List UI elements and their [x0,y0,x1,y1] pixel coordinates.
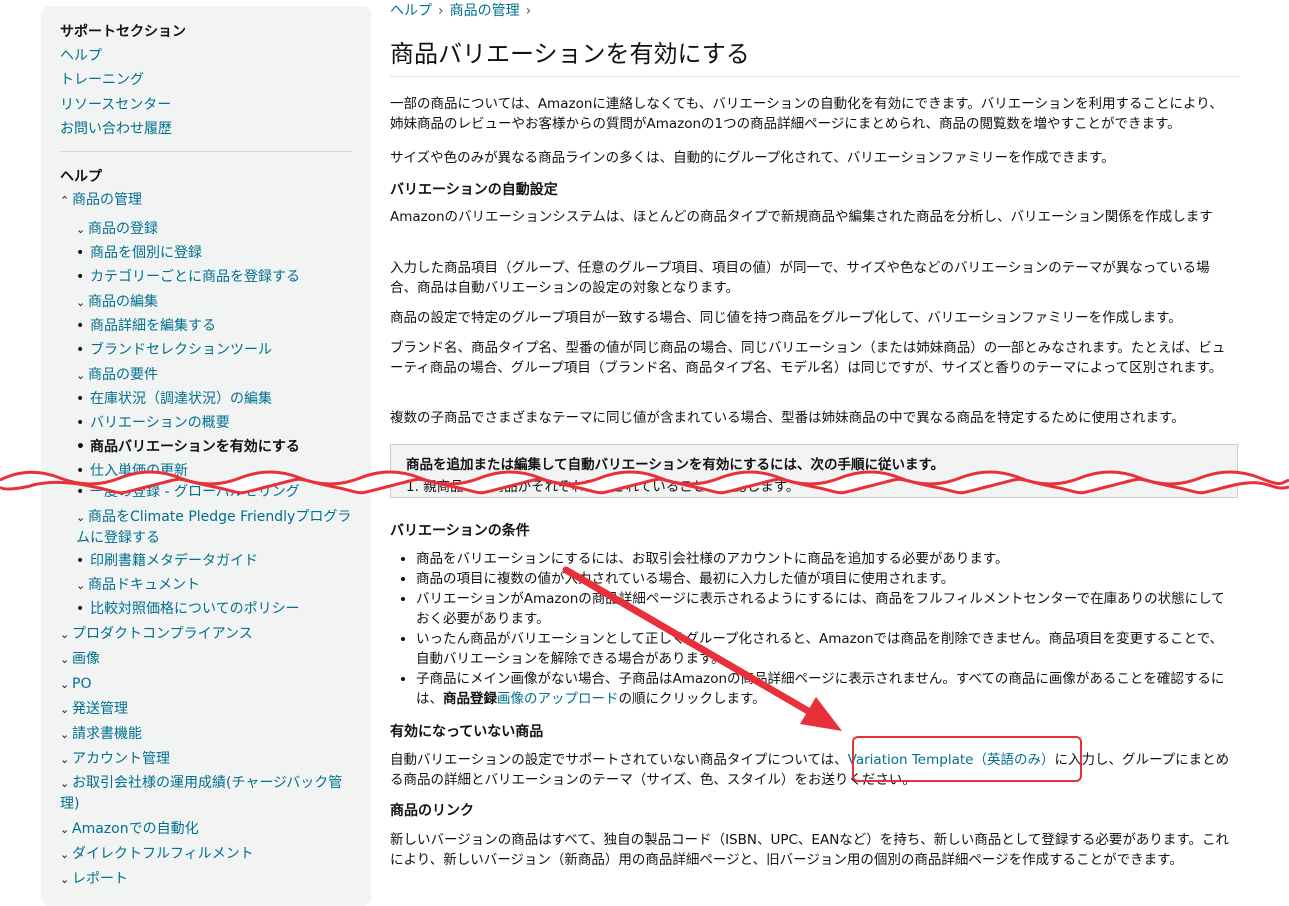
chevron-down-icon: ⌄ [76,223,86,236]
bullet-icon: • [76,318,85,334]
nav-item-po[interactable]: ⌄ PO [60,674,91,695]
support-link-contact-history[interactable]: お問い合わせ履歴 [60,118,172,138]
heading-auto-setup: バリエーションの自動設定 [390,182,558,198]
nav-item-edit-details[interactable]: • 商品詳細を編集する [76,316,216,336]
bullet-icon: • [76,342,85,358]
heading-conditions: バリエーションの条件 [390,523,530,539]
auto-paragraph-5: 複数の子商品でさまざまなテーマに同じ値が含まれている場合、型番は姉妹商品の中で異… [390,410,1185,426]
intro-paragraph-2: サイズや色のみが異なる商品ラインの多くは、自動的にグループ化されて、バリエーショ… [390,150,1115,166]
torn-edge-overlay [0,470,1289,495]
nav-item-product-management[interactable]: ⌃ 商品の管理 [60,190,142,211]
nav-item-shipping[interactable]: ⌄ 発送管理 [60,699,128,720]
nav-item-account[interactable]: ⌄ アカウント管理 [60,749,170,770]
nav-item-register-by-category[interactable]: • カテゴリーごとに商品を登録する [76,267,300,287]
image-upload-link[interactable]: 画像のアップロード [497,691,619,707]
heading-inactive-products: 有効になっていない商品 [390,724,544,740]
bullet-icon: • [76,245,85,261]
chevron-down-icon: ⌄ [60,628,70,641]
support-link-training[interactable]: トレーニング [60,69,144,89]
sidebar-divider [60,151,352,152]
nav-item-climate-pledge[interactable]: ⌄ 商品をClimate Pledge Friendlyプログラムに登録する [76,507,356,548]
heading-product-links: 商品のリンク [390,803,474,819]
chevron-right-icon: › [438,3,444,19]
auto-paragraph-3: 商品の設定で特定のグループ項目が一致する場合、同じ値を持つ商品をグループ化して、… [390,310,1182,326]
auto-paragraph-2: 入力した商品項目（グループ、任意のグループ項目、項目の値）が同一で、サイズや色な… [390,260,1210,296]
bullet-icon: • [76,415,85,431]
nav-item-images[interactable]: ⌄ 画像 [60,649,100,670]
support-link-help[interactable]: ヘルプ [60,45,102,65]
nav-item-product-editing[interactable]: ⌄ 商品の編集 [76,292,158,313]
nav-item-product-requirements[interactable]: ⌄ 商品の要件 [76,365,158,386]
list-item: バリエーションがAmazonの商品詳細ページに表示されるようにするには、商品をフ… [416,589,1236,629]
title-divider [390,76,1240,77]
nav-item-reports[interactable]: ⌄ レポート [60,869,128,890]
chevron-down-icon: ⌄ [76,296,86,309]
bullet-icon: • [76,269,85,285]
chevron-down-icon: ⌄ [60,753,70,766]
list-item: いったん商品がバリエーションとして正しくグループ化されると、Amazonでは商品… [416,629,1236,669]
nav-item-product-documents[interactable]: ⌄ 商品ドキュメント [76,575,200,596]
support-section-title: サポートセクション [60,24,186,40]
chevron-down-icon: ⌄ [60,703,70,716]
bullet-icon: • [76,391,85,407]
chevron-down-icon: ⌄ [76,369,86,382]
nav-item-chargeback[interactable]: ⌄ お取引会社様の運用成績(チャージバック管理) [60,773,355,814]
nav-item-register-individually[interactable]: • 商品を個別に登録 [76,243,202,263]
inactive-paragraph: 自動バリエーションの設定でサポートされていない商品タイプについては、Variat… [390,752,1230,788]
chevron-down-icon: ⌄ [60,823,70,836]
nav-item-invoicing[interactable]: ⌄ 請求書機能 [60,724,142,745]
nav-item-variation-overview[interactable]: • バリエーションの概要 [76,413,230,433]
list-item: 商品の項目に複数の値が入力されている場合、最初に入力した値が項目に使用されます。 [416,569,1236,589]
breadcrumb: ヘルプ › 商品の管理 › [390,0,537,20]
bullet-icon: • [76,601,85,617]
nav-item-automation[interactable]: ⌄ Amazonでの自動化 [60,819,199,840]
breadcrumb-product-management[interactable]: 商品の管理 [450,3,520,19]
nav-item-print-metadata[interactable]: • 印刷書籍メタデータガイド [76,551,258,571]
nav-item-brand-selection-tool[interactable]: • ブランドセレクションツール [76,340,272,360]
list-item: 商品をバリエーションにするには、お取引会社様のアカウントに商品を追加する必要があ… [416,549,1236,569]
links-paragraph: 新しいバージョンの商品はすべて、独自の製品コード（ISBN、UPC、EANなど）… [390,832,1230,868]
nav-item-price-policy[interactable]: • 比較対照価格についてのポリシー [76,599,300,619]
chevron-right-icon: › [525,3,532,19]
nav-item-direct-fulfillment[interactable]: ⌄ ダイレクトフルフィルメント [60,844,254,865]
chevron-up-icon: ⌃ [60,194,70,207]
page-title: 商品バリエーションを有効にする [390,40,750,68]
bullet-icon: • [76,553,85,569]
nav-item-compliance[interactable]: ⌄ プロダクトコンプライアンス [60,624,253,645]
bold-product-registration: 商品登録 [443,691,497,707]
chevron-down-icon: ⌄ [76,579,86,592]
nav-item-product-registration[interactable]: ⌄ 商品の登録 [76,219,158,240]
highlight-box [852,736,1082,782]
chevron-down-icon: ⌄ [60,728,70,741]
intro-paragraph-1: 一部の商品については、Amazonに連絡しなくても、バリエーションの自動化を有効… [390,96,1223,132]
chevron-down-icon: ⌄ [76,511,86,524]
help-title: ヘルプ [60,169,102,185]
list-item: 子商品にメイン画像がない場合、子商品はAmazonの商品詳細ページに表示されませ… [416,669,1236,709]
chevron-down-icon: ⌄ [60,873,70,886]
nav-item-inventory-status[interactable]: • 在庫状況（調達状況）の編集 [76,389,272,409]
auto-paragraph-4: ブランド名、商品タイプ名、型番の値が同じ商品の場合、同じバリエーション（または姉… [390,340,1226,376]
support-link-resource-center[interactable]: リソースセンター [60,94,171,114]
chevron-down-icon: ⌄ [60,777,70,790]
chevron-down-icon: ⌄ [60,653,70,666]
auto-paragraph-1: Amazonのバリエーションシステムは、ほとんどの商品タイプで新規商品や編集され… [390,209,1213,225]
chevron-down-icon: ⌄ [60,848,70,861]
breadcrumb-help[interactable]: ヘルプ [390,3,432,19]
chevron-down-icon: ⌄ [60,678,70,691]
conditions-list: 商品をバリエーションにするには、お取引会社様のアカウントに商品を追加する必要があ… [390,549,1236,709]
